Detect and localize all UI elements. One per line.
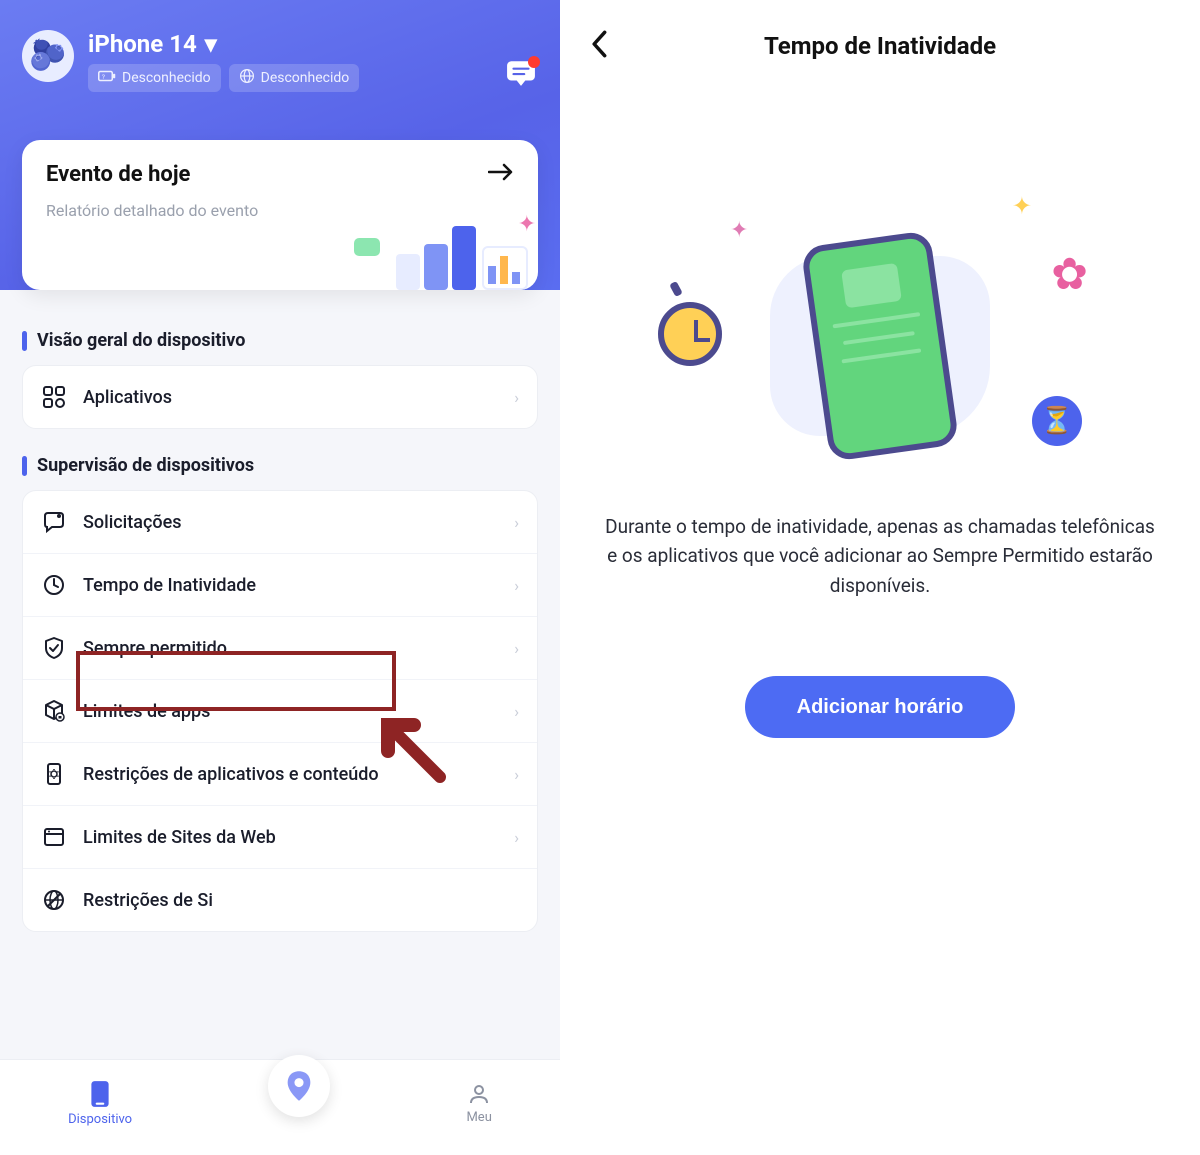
site-restrictions-label: Restrições de Si [83,890,519,911]
back-button[interactable] [590,30,610,62]
bottom-tabbar: Dispositivo Meu [0,1059,560,1155]
location-fab[interactable] [268,1055,330,1117]
supervision-list: Solicitações › Tempo de Inatividade › Se… [22,490,538,932]
battery-icon: ? [98,70,116,86]
tab-me[interactable]: Meu [466,1082,491,1125]
device-status-row: ? Desconhecido Desconhecido [88,64,538,92]
overview-title-label: Visão geral do dispositivo [37,330,245,351]
today-event-title: Evento de hoje [46,162,190,187]
battery-status-label: Desconhecido [122,70,211,86]
overview-section-title: Visão geral do dispositivo [22,330,538,351]
network-status[interactable]: Desconhecido [229,64,360,92]
chevron-right-icon: › [514,828,519,847]
messages-button[interactable] [506,60,536,86]
content-restrictions-row[interactable]: Restrições de aplicativos e conteúdo › [23,742,537,805]
downtime-screen: Tempo de Inatividade ✦ ✦ ⏳ ✿ Durante o t… [560,0,1200,1155]
svg-text:?: ? [102,73,105,81]
today-event-card[interactable]: Evento de hoje Relatório detalhado do ev… [22,140,538,290]
downtime-label: Tempo de Inatividade [83,575,498,596]
device-tab-icon [89,1080,111,1108]
hourglass-icon: ⏳ [1032,396,1082,446]
phone-gear-icon [41,761,67,787]
chevron-right-icon: › [514,639,519,658]
clock-icon [41,572,67,598]
today-event-header: Evento de hoje [46,162,514,187]
add-schedule-button[interactable]: Adicionar horário [745,676,1015,738]
sparkle-icon: ✦ [730,218,748,243]
shield-check-icon [41,635,67,661]
supervision-section-title: Supervisão de dispositivos [22,455,538,476]
web-limits-label: Limites de Sites da Web [83,827,498,848]
chevron-right-icon: › [514,702,519,721]
site-restrictions-row[interactable]: Restrições de Si [23,868,537,931]
cube-lock-icon [41,698,67,724]
sparkle-icon: ✦ [1012,192,1032,220]
tab-me-label: Meu [466,1110,491,1125]
section-bar-icon [22,331,27,351]
navbar: Tempo de Inatividade [590,26,1170,66]
requests-label: Solicitações [83,512,498,533]
globe-block-icon [41,887,67,913]
always-allowed-label: Sempre permitido [83,638,498,659]
device-header: 🫐 iPhone 14 ▾ ? Desconhecido [22,30,538,92]
globe-icon [239,68,255,88]
web-limits-row[interactable]: Limites de Sites da Web › [23,805,537,868]
requests-row[interactable]: Solicitações › [23,491,537,553]
event-illustration: ✦ [392,226,528,290]
chevron-right-icon: › [514,576,519,595]
grid-icon [41,384,67,410]
overview-list: Aplicativos › [22,365,538,429]
tab-device[interactable]: Dispositivo [68,1080,132,1127]
content-restrictions-label: Restrições de aplicativos e conteúdo [83,764,498,785]
downtime-description: Durante o tempo de inatividade, apenas a… [590,512,1170,600]
arrow-right-icon [488,162,514,187]
app-limits-row[interactable]: Limites de apps › [23,679,537,742]
device-name-label: iPhone 14 [88,30,197,58]
unread-badge [528,56,540,68]
app-limits-label: Limites de apps [83,701,498,722]
today-event-subtitle: Relatório detalhado do evento [46,201,514,220]
apps-label: Aplicativos [83,387,498,408]
alarm-clock-icon [658,302,722,366]
gear-icon: ✿ [1051,248,1088,300]
browser-icon [41,824,67,850]
main-content: Visão geral do dispositivo Aplicativos ›… [0,290,560,954]
chevron-down-icon: ▾ [205,30,217,58]
device-screen: 🫐 iPhone 14 ▾ ? Desconhecido [0,0,560,1155]
requests-icon [41,509,67,535]
device-selector[interactable]: iPhone 14 ▾ [88,30,538,58]
battery-status[interactable]: ? Desconhecido [88,64,221,92]
chevron-right-icon: › [514,765,519,784]
page-title: Tempo de Inatividade [764,32,996,60]
apps-row[interactable]: Aplicativos › [23,366,537,428]
always-allowed-row[interactable]: Sempre permitido › [23,616,537,679]
downtime-row[interactable]: Tempo de Inatividade › [23,553,537,616]
tab-device-label: Dispositivo [68,1112,132,1127]
device-info: iPhone 14 ▾ ? Desconhecido Desconh [88,30,538,92]
supervision-title-label: Supervisão de dispositivos [37,455,254,476]
chevron-right-icon: › [514,513,519,532]
blueberry-icon: 🫐 [29,41,66,71]
device-hero: 🫐 iPhone 14 ▾ ? Desconhecido [0,0,560,290]
child-avatar[interactable]: 🫐 [22,30,74,82]
section-bar-icon [22,456,27,476]
chevron-right-icon: › [514,388,519,407]
profile-tab-icon [467,1082,491,1106]
downtime-illustration: ✦ ✦ ⏳ ✿ [730,226,1030,466]
network-status-label: Desconhecido [261,70,350,86]
